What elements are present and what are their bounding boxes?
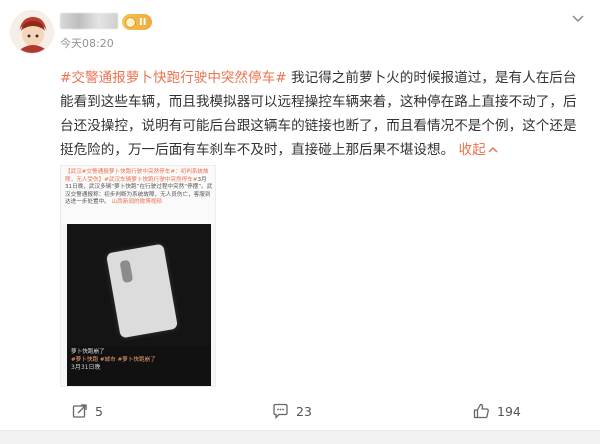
more-chevron-icon[interactable]	[572, 14, 584, 24]
caption-line1: 萝卜快跑崩了	[71, 349, 105, 355]
media-tag-2: #武汉车辆萝卜快跑行驶中突然停车#	[104, 176, 198, 183]
share-count: 5	[95, 403, 103, 419]
post-text: #交警通报萝卜快跑行驶中突然停车# 我记得之前萝卜火的时候报道过，是有人在后台能…	[60, 66, 588, 162]
video-thumbnail[interactable]: 【武汉#交警通报萝卜快跑行驶中突然停车#：初判系统故障，无人受伤】#武汉车辆萝卜…	[60, 165, 216, 387]
like-button[interactable]: 194	[473, 401, 521, 421]
comment-button[interactable]: 23	[272, 401, 312, 421]
collapse-label: 收起	[458, 142, 486, 158]
caption-tags: #萝卜快跑 #城市 #萝卜快跑崩了	[71, 357, 156, 363]
video-caption: 萝卜快跑崩了 #萝卜快跑 #城市 #萝卜快跑崩了 3月31日晚	[67, 346, 211, 386]
level-badge[interactable]: II	[122, 14, 153, 30]
collapse-button[interactable]: 收起	[459, 142, 498, 158]
like-count: 194	[497, 403, 521, 419]
level-badge-icon	[125, 16, 136, 28]
hashtag-link[interactable]: #交警通报萝卜快跑行驶中突然停车#	[60, 70, 287, 86]
caption-line3: 3月31日晚	[71, 364, 101, 371]
collapse-chevron-icon	[488, 146, 498, 153]
avatar[interactable]	[10, 10, 54, 54]
action-bar: 5 23 194	[0, 396, 600, 426]
video-frame	[67, 224, 211, 346]
media-embedded-text: 【武汉#交警通报萝卜快跑行驶中突然停车#：初判系统故障，无人受伤】#武汉车辆萝卜…	[61, 166, 215, 224]
avatar-image	[11, 11, 53, 53]
like-icon	[473, 403, 489, 419]
comment-icon	[273, 403, 288, 419]
media-link: 山西新闻的微博视频	[111, 199, 162, 206]
level-badge-label: II	[139, 16, 147, 28]
card-slot	[119, 259, 134, 284]
username-redacted[interactable]	[60, 13, 118, 29]
share-icon	[72, 404, 87, 418]
post-timestamp[interactable]: 今天08:20	[60, 35, 114, 51]
post-separator	[0, 430, 600, 444]
comment-count: 23	[296, 403, 312, 419]
share-button[interactable]: 5	[72, 401, 103, 421]
car-key-card-image	[105, 243, 179, 339]
